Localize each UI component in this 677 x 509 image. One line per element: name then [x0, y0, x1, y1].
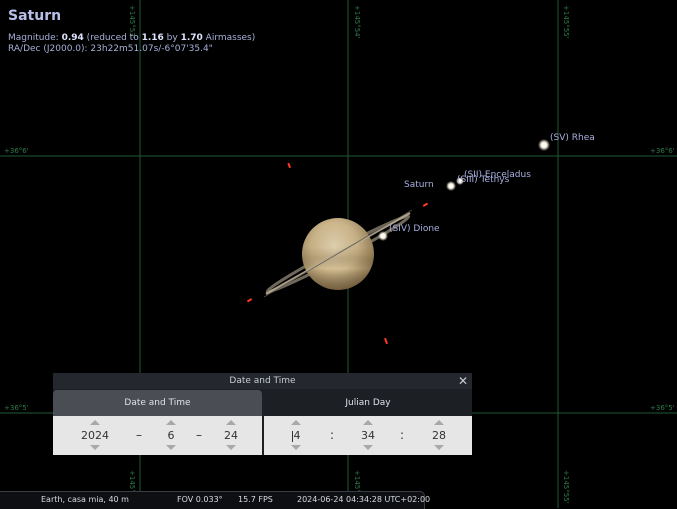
object-name: Saturn — [8, 8, 62, 24]
time-separator: : — [400, 428, 405, 442]
month-spinbox[interactable]: 6 — [161, 416, 181, 455]
second-spinbox[interactable]: 28 — [427, 416, 451, 455]
day-up-arrow-icon[interactable] — [226, 420, 236, 425]
status-fps: 15.7 FPS — [238, 495, 273, 504]
close-icon[interactable]: ✕ — [457, 373, 469, 389]
dione-label[interactable]: (SIV) Dione — [389, 224, 440, 234]
hour-up-arrow-icon[interactable] — [291, 420, 301, 425]
radec-line: RA/Dec (J2000.0): 23h22m51.07s/-6°07'35.… — [8, 44, 255, 54]
hour-field[interactable]: 4 — [286, 428, 306, 443]
tethys-label[interactable]: (SIII) Tethys — [457, 175, 509, 185]
hour-down-arrow-icon[interactable] — [291, 445, 301, 450]
date-time-dialog: Date and Time ✕ Date and Time Julian Day… — [53, 373, 472, 455]
moon-enceladus[interactable] — [446, 181, 456, 191]
grid-label-dec: +36°5' — [4, 404, 29, 412]
date-panel: 2024 – 6 – 24 — [53, 416, 262, 455]
tab-julian-day[interactable]: Julian Day — [264, 390, 472, 416]
status-location[interactable]: Earth, casa mia, 40 m — [41, 495, 129, 504]
status-datetime[interactable]: 2024-06-24 04:34:28 UTC+02:00 — [297, 495, 430, 504]
year-value[interactable]: 2024 — [75, 428, 115, 443]
grid-label-ra: +145°55' — [562, 5, 570, 39]
month-up-arrow-icon[interactable] — [166, 420, 176, 425]
date-separator: – — [196, 428, 202, 442]
dialog-title: Date and Time — [229, 376, 296, 386]
hour-value: 4 — [293, 429, 301, 442]
tab-date-time[interactable]: Date and Time — [53, 390, 262, 416]
day-value[interactable]: 24 — [219, 428, 243, 443]
status-bar: Earth, casa mia, 40 m FOV 0.033° 15.7 FP… — [0, 491, 430, 509]
by-label: by — [163, 33, 181, 43]
radec-value: 23h22m51.07s/-6°07'35.4" — [90, 44, 213, 54]
minute-up-arrow-icon[interactable] — [363, 420, 373, 425]
minute-value[interactable]: 34 — [356, 428, 380, 443]
moon-marker[interactable] — [287, 162, 291, 169]
moon-rhea[interactable] — [538, 139, 550, 151]
magnitude-value: 0.94 — [61, 33, 84, 43]
minute-down-arrow-icon[interactable] — [363, 445, 373, 450]
grid-label-dec: +36°6' — [4, 147, 29, 155]
second-up-arrow-icon[interactable] — [434, 420, 444, 425]
time-separator: : — [330, 428, 335, 442]
year-up-arrow-icon[interactable] — [90, 420, 100, 425]
moon-marker[interactable] — [384, 337, 388, 345]
reduced-value: 1.16 — [141, 33, 164, 43]
second-down-arrow-icon[interactable] — [434, 445, 444, 450]
date-separator: – — [136, 428, 142, 442]
year-down-arrow-icon[interactable] — [90, 445, 100, 450]
month-value[interactable]: 6 — [161, 428, 181, 443]
dialog-tabs: Date and Time Julian Day — [53, 390, 472, 416]
grid-label-dec: +36°6' — [650, 147, 675, 155]
moon-dione[interactable] — [378, 231, 388, 241]
grid-label-ra: +145°54' — [353, 5, 361, 39]
month-down-arrow-icon[interactable] — [166, 445, 176, 450]
day-down-arrow-icon[interactable] — [226, 445, 236, 450]
hour-spinbox[interactable]: 4 — [286, 416, 306, 455]
airmasses-label: Airmasses) — [202, 33, 256, 43]
text-cursor — [291, 430, 293, 442]
status-fov: FOV 0.033° — [177, 495, 223, 504]
object-info-panel: Saturn Magnitude: 0.94 (reduced to 1.16 … — [8, 8, 255, 54]
moon-marker[interactable] — [246, 298, 253, 303]
magnitude-line: Magnitude: 0.94 (reduced to 1.16 by 1.70… — [8, 33, 255, 43]
magnitude-label: Magnitude: — [8, 33, 62, 43]
reduced-label: (reduced to — [83, 33, 142, 43]
time-panel: 4 : 34 : 28 — [264, 416, 472, 455]
rhea-label[interactable]: (SV) Rhea — [550, 133, 595, 143]
grid-label-dec: +36°5' — [650, 404, 675, 412]
radec-label: RA/Dec (J2000.0): — [8, 44, 91, 54]
dialog-title-bar[interactable]: Date and Time ✕ — [53, 373, 472, 389]
day-spinbox[interactable]: 24 — [219, 416, 243, 455]
saturn-label[interactable]: Saturn — [404, 180, 434, 190]
moon-marker[interactable] — [422, 202, 429, 207]
minute-spinbox[interactable]: 34 — [356, 416, 380, 455]
year-spinbox[interactable]: 2024 — [75, 416, 115, 455]
airmasses-value: 1.70 — [180, 33, 203, 43]
grid-label-ra: +145°55' — [562, 470, 570, 504]
second-value[interactable]: 28 — [427, 428, 451, 443]
